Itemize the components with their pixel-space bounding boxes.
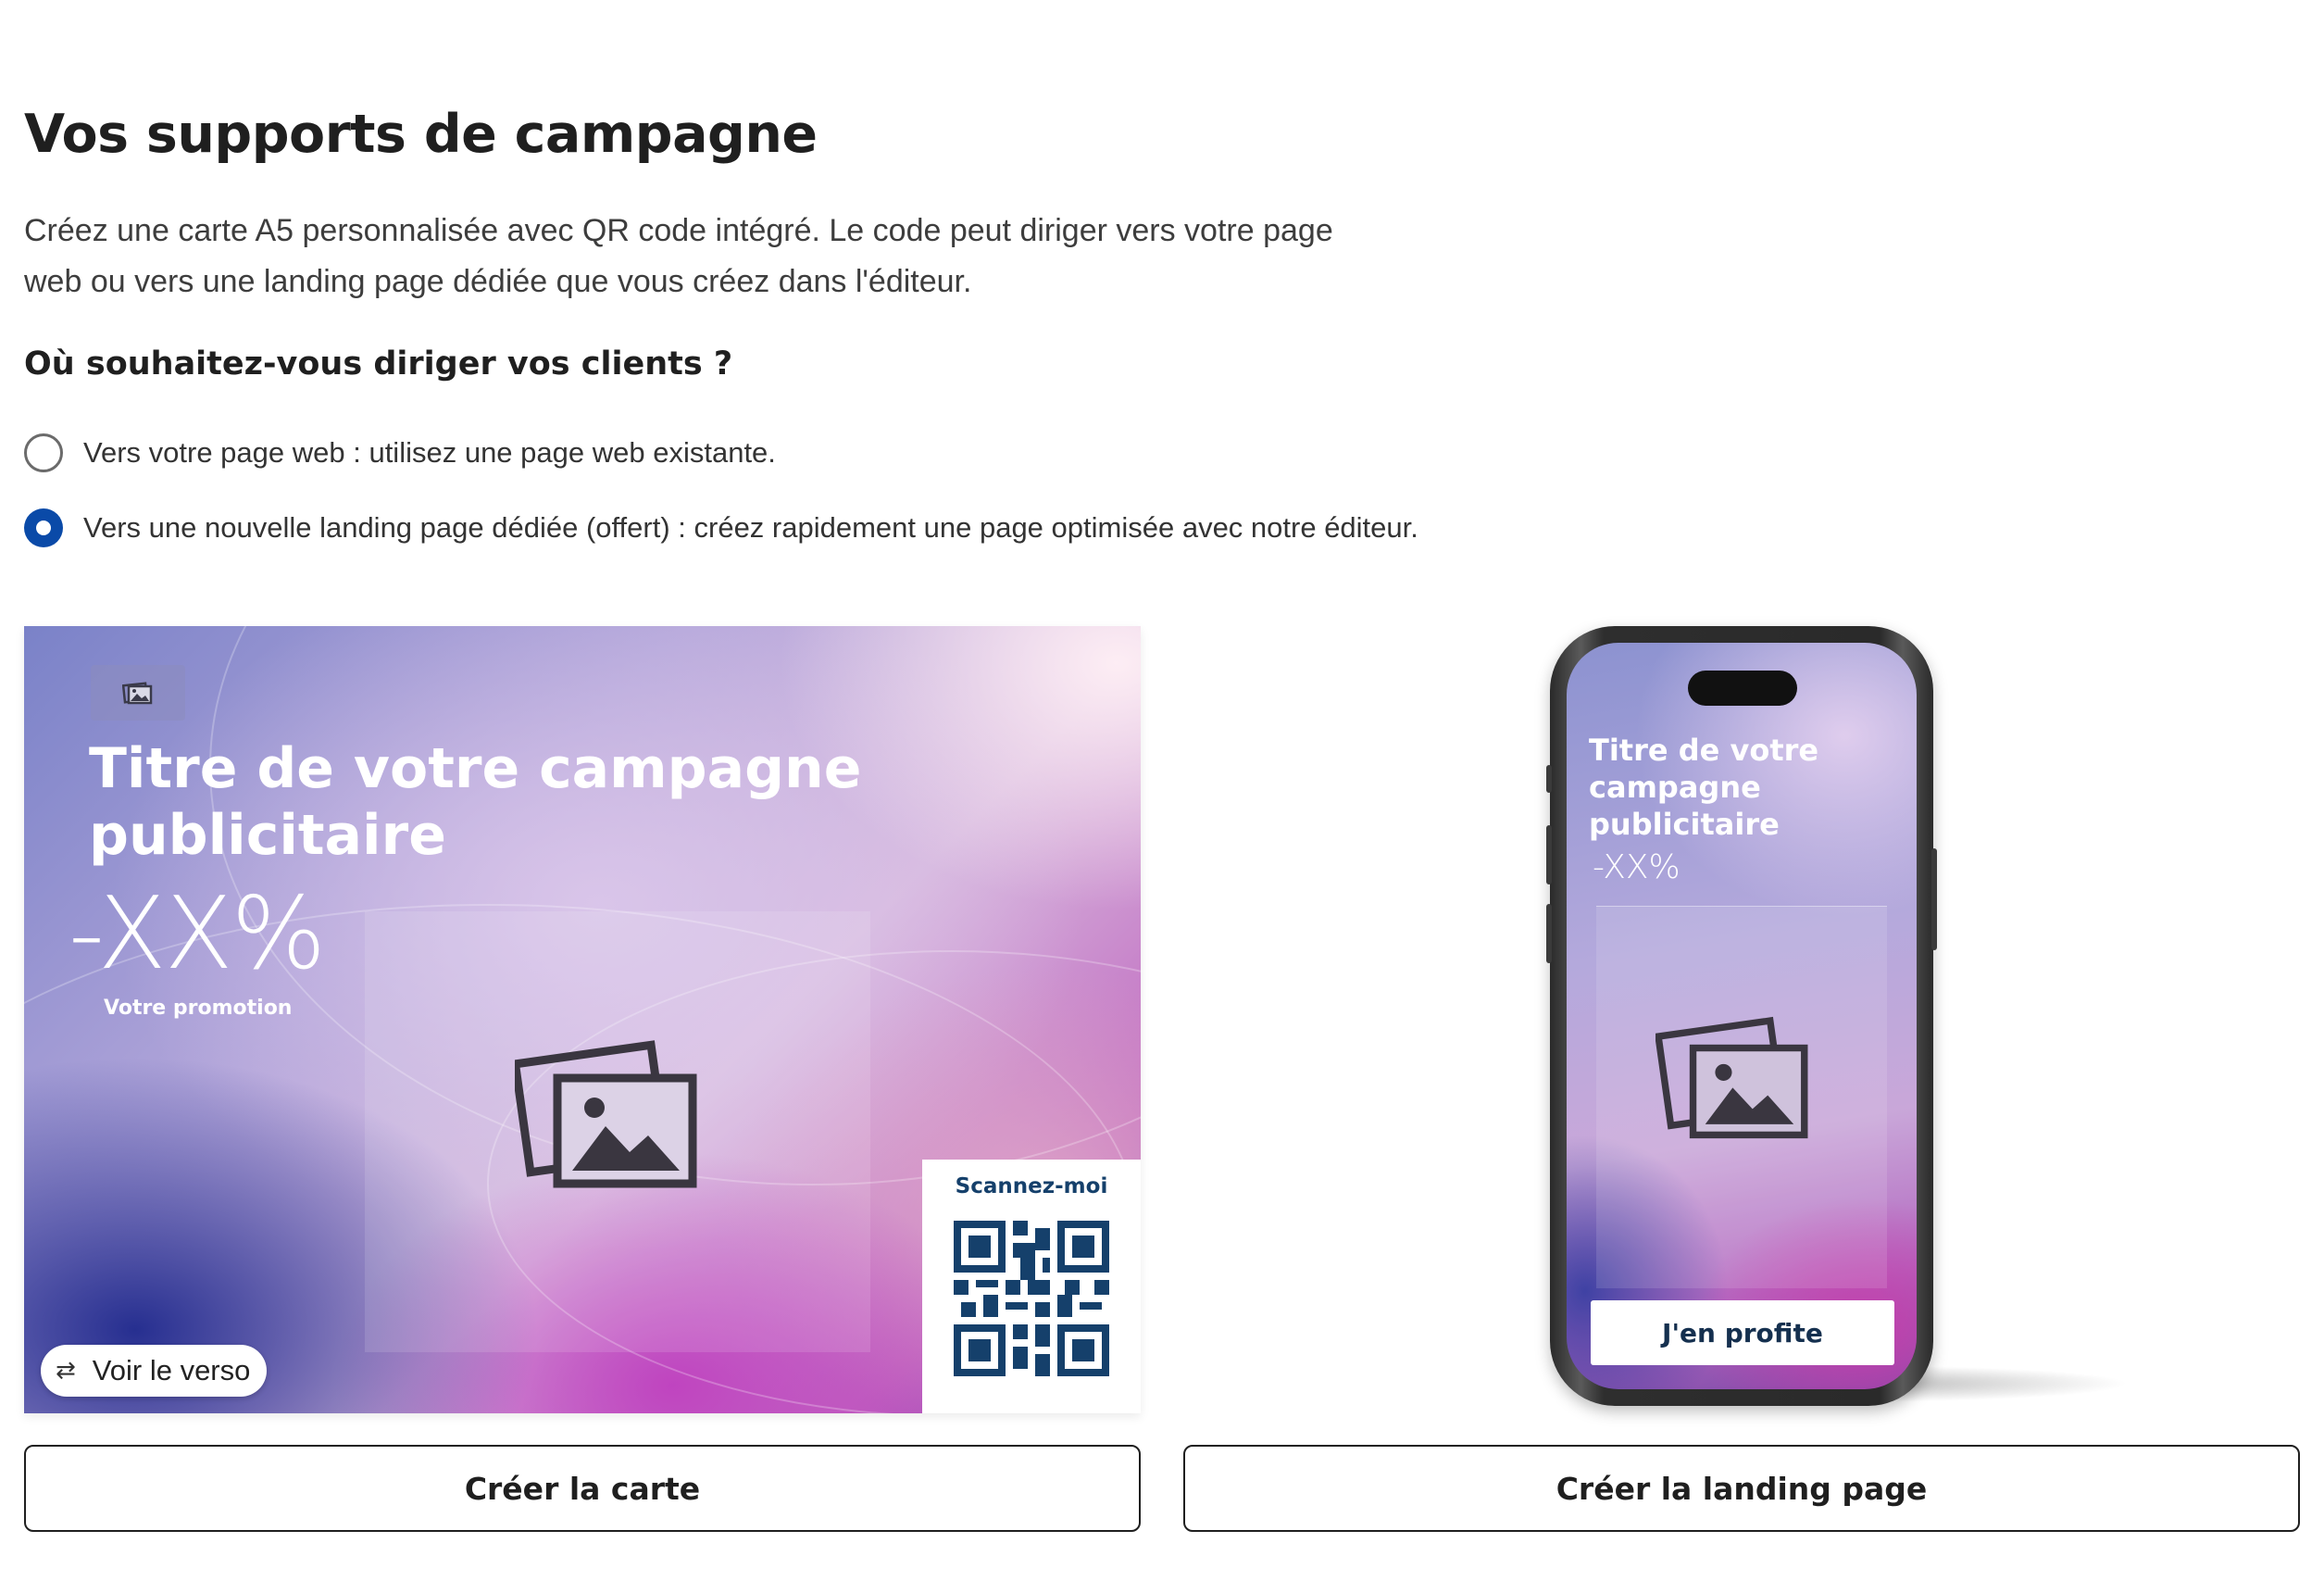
create-card-button[interactable]: Créer la carte xyxy=(24,1445,1141,1532)
destination-question: Où souhaitez-vous diriger vos clients ? xyxy=(24,345,733,383)
phone-preview: Titre de votre campagne publicitaire -XX… xyxy=(1546,626,1937,1406)
landing-cta-button[interactable]: J'en profite xyxy=(1591,1300,1894,1365)
qr-code xyxy=(954,1221,1109,1376)
card-preview: Titre de votre campagne publicitaire -XX… xyxy=(24,626,1141,1413)
image-icon xyxy=(515,1040,697,1188)
view-back-label: Voir le verso xyxy=(92,1354,251,1386)
create-landing-page-button[interactable]: Créer la landing page xyxy=(1183,1445,2300,1532)
card-promo-label: Votre promotion xyxy=(104,997,293,1020)
page-description: Créez une carte A5 personnalisée avec QR… xyxy=(24,213,1333,299)
card-title: Titre de votre campagne publicitaire xyxy=(89,736,862,868)
qr-label: Scannez-moi xyxy=(955,1174,1108,1198)
dynamic-island xyxy=(1688,671,1797,706)
option-new-landing-page[interactable]: Vers une nouvelle landing page dédiée (o… xyxy=(24,508,1418,547)
landing-title: Titre de votre campagne publicitaire xyxy=(1589,733,1819,842)
swap-arrows-icon: ⇄ xyxy=(56,1357,76,1385)
logo-placeholder xyxy=(91,665,185,721)
card-discount: -XX% xyxy=(69,876,326,992)
landing-discount: -XX% xyxy=(1593,848,1681,886)
option-label: Vers une nouvelle landing page dédiée (o… xyxy=(83,511,1418,544)
image-icon xyxy=(1656,1016,1808,1139)
option-label: Vers votre page web : utilisez une page … xyxy=(83,436,776,469)
option-existing-web-page[interactable]: Vers votre page web : utilisez une page … xyxy=(24,433,776,472)
qr-code-panel: Scannez-moi xyxy=(922,1160,1141,1413)
phone-screen: Titre de votre campagne publicitaire -XX… xyxy=(1567,643,1917,1389)
image-icon xyxy=(122,682,153,705)
radio-button-unchecked[interactable] xyxy=(24,433,63,472)
radio-button-checked[interactable] xyxy=(24,508,63,547)
view-back-button[interactable]: ⇄ Voir le verso xyxy=(41,1345,268,1397)
page-title: Vos supports de campagne xyxy=(24,104,818,165)
